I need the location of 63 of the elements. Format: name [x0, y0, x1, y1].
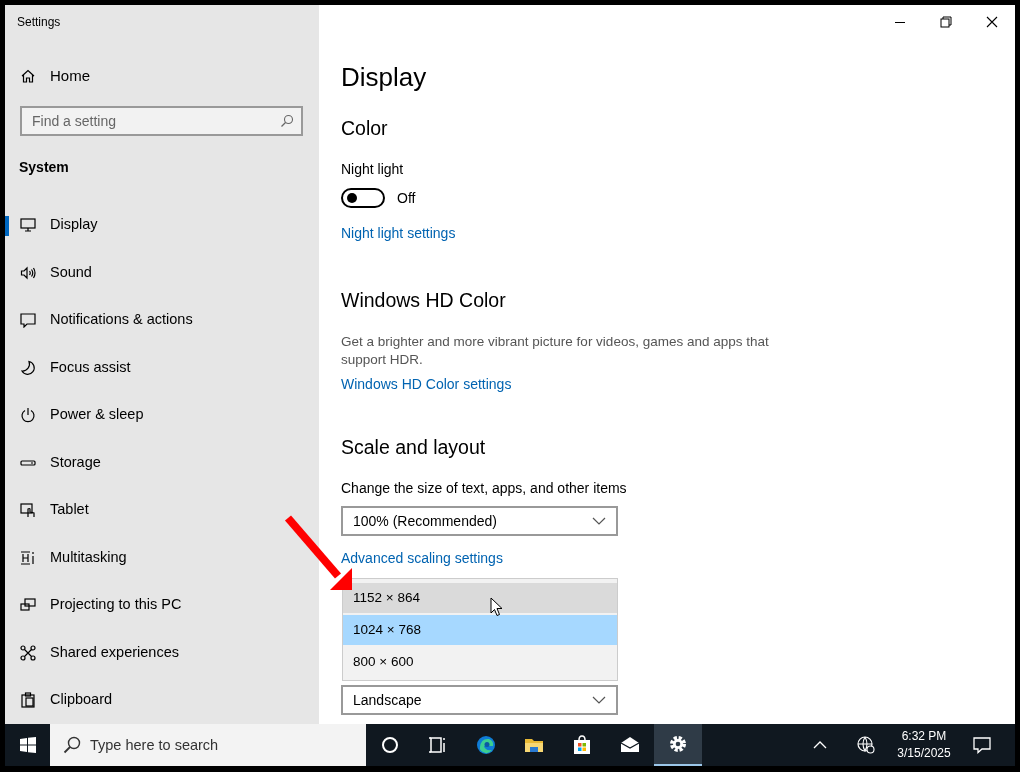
sidebar-item[interactable]: Storage	[5, 439, 319, 487]
moon-icon	[20, 359, 36, 376]
sidebar-item[interactable]: Projecting to this PC	[5, 581, 319, 629]
toggle-switch[interactable]	[341, 188, 385, 208]
tablet-icon	[20, 502, 36, 519]
link[interactable]: Windows HD Color settings	[341, 374, 512, 394]
chevron-down-icon	[592, 696, 606, 704]
clock[interactable]: 6:32 PM 3/15/2025	[897, 728, 951, 762]
taskbar-button[interactable]	[654, 724, 702, 766]
search-field[interactable]: Find a setting	[20, 106, 303, 136]
sidebar-item[interactable]: Tablet	[5, 486, 319, 534]
network-nodes-icon	[20, 644, 36, 661]
home-link[interactable]: Home	[5, 54, 319, 98]
monitor-icon	[20, 217, 36, 234]
section-heading: Color	[341, 116, 389, 141]
dropdown[interactable]: 100% (Recommended)	[341, 506, 618, 536]
circle-icon	[380, 735, 400, 755]
mouse-cursor-icon	[490, 597, 503, 617]
link[interactable]: Night light settings	[341, 223, 456, 243]
section-heading: Scale and layout	[341, 435, 487, 460]
chevron-up-icon	[813, 741, 827, 749]
clipboard-icon	[20, 692, 36, 709]
browser-icon	[476, 735, 496, 755]
chevron-down-icon	[592, 517, 606, 525]
dropdown-option[interactable]: 1152 × 864	[343, 583, 617, 613]
sidebar-item[interactable]: Power & sleep	[5, 391, 319, 439]
search-icon	[63, 736, 81, 754]
windows-logo-icon	[19, 737, 36, 753]
dropdown-option[interactable]: 800 × 600	[343, 647, 617, 677]
search-icon	[280, 114, 294, 128]
projector-icon	[20, 597, 36, 614]
task-view-icon	[428, 735, 448, 755]
shopping-bag-icon	[572, 735, 592, 755]
dropdown[interactable]: Landscape	[341, 685, 618, 715]
link[interactable]: Advanced scaling settings	[341, 548, 503, 568]
speaker-icon	[20, 264, 36, 281]
sidebar-item[interactable]: Sound	[5, 249, 319, 297]
section-heading: Windows HD Color	[341, 288, 507, 313]
taskbar-search-field[interactable]: Type here to search	[50, 724, 366, 766]
dropdown-option[interactable]: 1024 × 768	[343, 615, 617, 645]
speech-bubble-icon	[20, 312, 36, 329]
sidebar-item[interactable]: Multitasking	[5, 534, 319, 582]
setting-label: Night light	[341, 160, 405, 179]
sidebar-item[interactable]: Clipboard	[5, 676, 319, 724]
multitasking-icon	[20, 549, 36, 566]
setting-label: Change the size of text, apps, and other items	[341, 479, 628, 498]
sidebar-item[interactable]: Notifications & actions	[5, 296, 319, 344]
window-title: Settings	[16, 14, 62, 31]
speech-bubble-icon	[973, 736, 991, 754]
globe-icon	[857, 736, 875, 754]
envelope-icon	[620, 735, 640, 755]
description-text: Get a brighter and more vibrant picture for videos, games and apps that support HDR.	[341, 333, 770, 369]
power-icon	[20, 407, 36, 424]
gear-icon	[668, 734, 688, 754]
date-text: 3/15/2025	[897, 745, 951, 762]
page-title: Display	[341, 61, 428, 94]
time-text: 6:32 PM	[900, 728, 948, 745]
sidebar-item[interactable]: Focus assist	[5, 344, 319, 392]
section-heading: System	[18, 158, 70, 177]
sidebar-item[interactable]: Display	[5, 201, 319, 249]
toggle-state: Off	[397, 189, 416, 208]
home-icon	[20, 68, 36, 84]
sidebar-item[interactable]: Shared experiences	[5, 629, 319, 677]
